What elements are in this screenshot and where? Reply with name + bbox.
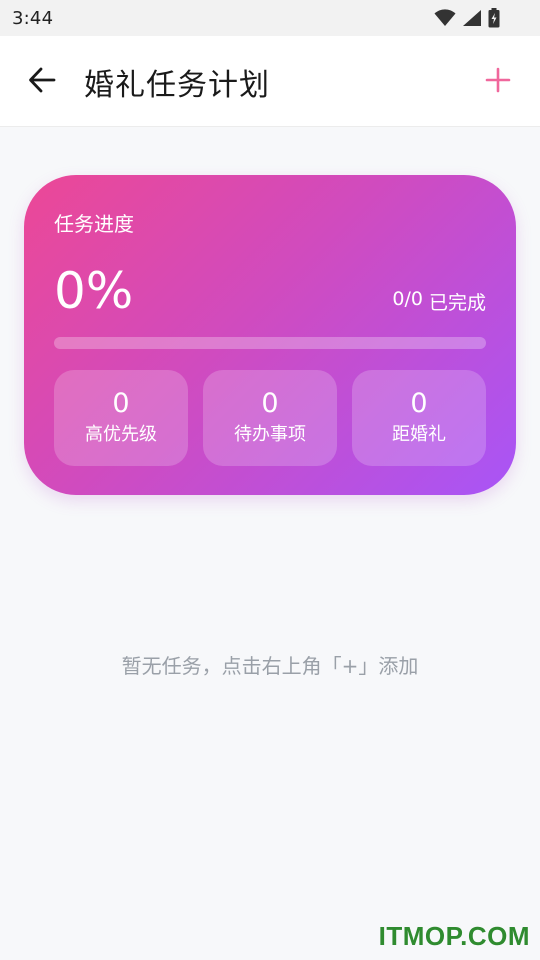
app-screen: 3:44 婚礼任务计划 任务进度 0% 0/0 已完成 0 高优先级 0 待办事… — [0, 0, 540, 960]
stat-label: 待办事项 — [234, 424, 306, 445]
status-time: 3:44 — [12, 8, 54, 29]
cell-signal-icon — [462, 9, 482, 27]
stat-label: 距婚礼 — [392, 424, 446, 445]
stat-high-priority: 0 高优先级 — [54, 370, 188, 466]
card-title: 任务进度 — [54, 212, 134, 236]
page-title: 婚礼任务计划 — [84, 68, 270, 103]
wifi-icon — [434, 9, 456, 27]
task-progress-card: 任务进度 0% 0/0 已完成 0 高优先级 0 待办事项 0 距婚礼 — [24, 175, 516, 495]
completed-label: 已完成 — [428, 292, 486, 314]
progress-percent: 0% — [54, 262, 134, 320]
back-button[interactable] — [22, 62, 62, 102]
completed-count: 0/0 — [392, 288, 423, 310]
completed-summary: 0/0 已完成 — [392, 288, 486, 315]
arrow-left-icon — [28, 67, 56, 97]
status-bar: 3:44 — [0, 0, 540, 36]
progress-bar — [54, 337, 486, 349]
plus-icon — [485, 67, 511, 97]
stat-value: 0 — [410, 388, 428, 419]
stat-days-to-wedding: 0 距婚礼 — [352, 370, 486, 466]
add-task-button[interactable] — [478, 62, 518, 102]
watermark-logo: ITMOP.COM — [378, 921, 530, 951]
stat-todo: 0 待办事项 — [203, 370, 337, 466]
stats-row: 0 高优先级 0 待办事项 0 距婚礼 — [54, 370, 486, 466]
battery-charging-icon — [488, 8, 500, 28]
status-icons — [434, 7, 500, 29]
stat-value: 0 — [261, 388, 279, 419]
stat-label: 高优先级 — [85, 424, 157, 445]
stat-value: 0 — [112, 388, 130, 419]
empty-state-message: 暂无任务，点击右上角「+」添加 — [121, 654, 419, 678]
app-bar: 婚礼任务计划 — [0, 36, 540, 127]
